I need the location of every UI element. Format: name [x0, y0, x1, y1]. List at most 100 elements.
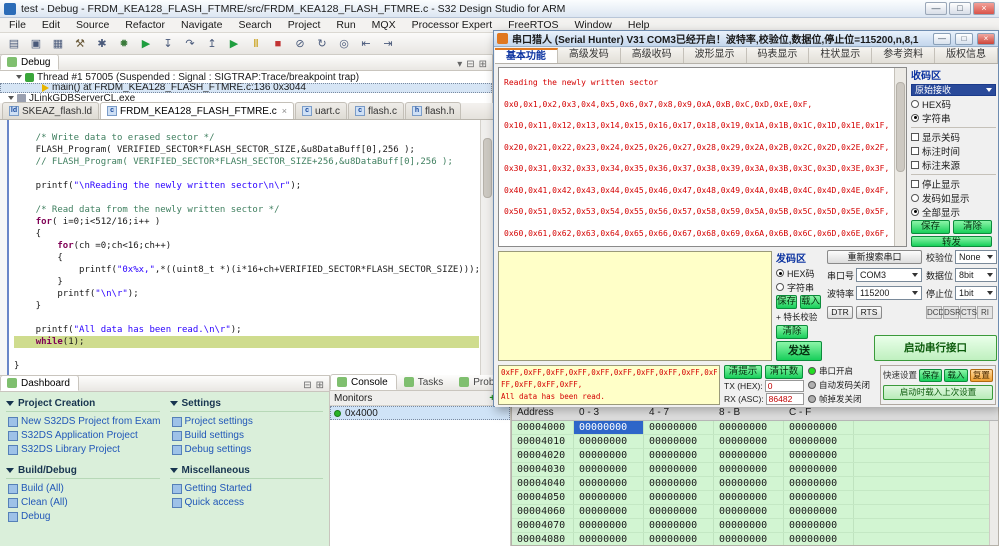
send-string-radio[interactable]: 字符串: [776, 281, 822, 293]
memory-cell[interactable]: 00000000: [644, 463, 714, 476]
memory-cell[interactable]: 00000000: [714, 435, 784, 448]
memory-row[interactable]: 0000406000000000000000000000000000000000: [512, 505, 998, 519]
memory-cell[interactable]: 00000000: [574, 449, 644, 462]
step-into-icon[interactable]: ↧: [158, 35, 178, 53]
memory-cell[interactable]: 00000000: [574, 505, 644, 518]
memory-cell[interactable]: 00000000: [644, 449, 714, 462]
serial-maximize-button[interactable]: □: [955, 33, 973, 45]
new-wizard-icon[interactable]: ✱: [92, 35, 112, 53]
receive-display[interactable]: Reading the newly written sector0x0,0x1,…: [498, 67, 907, 247]
memory-cell[interactable]: 00000000: [644, 519, 714, 532]
dashboard-link[interactable]: Build settings: [170, 428, 324, 442]
editor-tab[interactable]: cflash.c×: [348, 102, 404, 119]
memory-row[interactable]: 0000401000000000000000000000000000000000: [512, 435, 998, 449]
memory-cell[interactable]: 00000000: [714, 421, 784, 434]
search-icon[interactable]: ◎: [334, 35, 354, 53]
send-button[interactable]: 发送: [776, 341, 822, 361]
close-button[interactable]: ×: [973, 2, 995, 15]
memory-cell[interactable]: 00000000: [784, 505, 854, 518]
memory-cell[interactable]: 00000000: [784, 533, 854, 546]
memory-cell[interactable]: 00000000: [644, 477, 714, 490]
dashboard-link[interactable]: S32DS Application Project: [6, 428, 160, 442]
memory-row[interactable]: 0000403000000000000000000000000000000000: [512, 463, 998, 477]
debug-frame-row[interactable]: main() at FRDM_KEA128_FLASH_FTMRE.c:136 …: [0, 83, 492, 94]
stop-display-checkbox[interactable]: 停止显示: [911, 178, 996, 190]
run-icon[interactable]: ▶: [136, 35, 156, 53]
send-input-box[interactable]: [498, 251, 772, 361]
memory-cell[interactable]: 00000000: [574, 421, 644, 434]
disconnect-icon[interactable]: ⊘: [290, 35, 310, 53]
memory-cell[interactable]: 00000000: [714, 533, 784, 546]
mark-source-checkbox[interactable]: 标注来源: [911, 159, 996, 171]
menu-item[interactable]: MQX: [365, 19, 403, 31]
memory-cell[interactable]: 00000000: [784, 519, 854, 532]
serial-tab[interactable]: 参考资料: [872, 48, 935, 63]
memory-cell[interactable]: 00000000: [714, 449, 784, 462]
memory-cell[interactable]: 00000000: [574, 477, 644, 490]
memory-cell[interactable]: 00000000: [784, 477, 854, 490]
memory-cell[interactable]: 00000000: [714, 505, 784, 518]
resume-icon[interactable]: ▶: [224, 35, 244, 53]
serial-tab[interactable]: 高级收码: [621, 48, 684, 63]
receive-save-button[interactable]: 保存: [911, 220, 950, 234]
section-header[interactable]: Settings: [170, 396, 324, 412]
send-save-button[interactable]: 保存: [776, 295, 797, 309]
databits-dropdown[interactable]: 8bit: [955, 268, 997, 282]
serial-tab[interactable]: 高级发码: [558, 48, 621, 63]
clear-hint-button[interactable]: 清提示: [724, 365, 762, 379]
debug-icon[interactable]: ✹: [114, 35, 134, 53]
memory-row[interactable]: 0000402000000000000000000000000000000000: [512, 449, 998, 463]
memory-scrollbar[interactable]: [989, 421, 998, 545]
section-header[interactable]: Miscellaneous: [170, 463, 324, 479]
menu-item[interactable]: Refactor: [118, 19, 172, 31]
dashboard-link[interactable]: S32DS Library Project: [6, 442, 160, 456]
dtr-toggle[interactable]: DTR: [827, 306, 853, 319]
minimize-button[interactable]: —: [925, 2, 947, 15]
memory-cell[interactable]: 00000000: [644, 533, 714, 546]
checksum-option[interactable]: + 特长校验: [776, 311, 822, 323]
memory-cell[interactable]: 00000000: [714, 463, 784, 476]
serial-tab[interactable]: 波形显示: [684, 48, 747, 63]
memory-cell[interactable]: 00000000: [714, 477, 784, 490]
new-file-icon[interactable]: ▤: [4, 35, 24, 53]
menu-item[interactable]: Search: [231, 19, 278, 31]
maximize-button[interactable]: □: [949, 2, 971, 15]
memory-cell[interactable]: 00000000: [574, 519, 644, 532]
quick-reset-button[interactable]: 复置: [970, 369, 993, 382]
tab-dashboard[interactable]: Dashboard: [0, 375, 79, 391]
restart-icon[interactable]: ↻: [312, 35, 332, 53]
section-header[interactable]: Project Creation: [6, 396, 160, 412]
open-serial-port-button[interactable]: 启动串行接口: [874, 335, 997, 361]
memory-row[interactable]: 0000407000000000000000000000000000000000: [512, 519, 998, 533]
receive-scrollbar[interactable]: [894, 68, 906, 246]
memory-cell[interactable]: 00000000: [714, 519, 784, 532]
terminate-icon[interactable]: ■: [268, 35, 288, 53]
close-tab-icon[interactable]: ×: [282, 106, 287, 116]
editor-scrollbar[interactable]: [480, 120, 493, 375]
memory-cell[interactable]: 00000000: [784, 463, 854, 476]
memory-cell[interactable]: 00000000: [714, 491, 784, 504]
receive-forward-button[interactable]: 转发: [911, 236, 992, 248]
build-icon[interactable]: ⚒: [70, 35, 90, 53]
scrollbar-thumb[interactable]: [896, 82, 905, 172]
send-load-button[interactable]: 载入: [800, 295, 821, 309]
next-annotation-icon[interactable]: ⇥: [378, 35, 398, 53]
memory-cell[interactable]: 00000000: [574, 533, 644, 546]
expander-icon[interactable]: [8, 96, 14, 100]
stopbits-dropdown[interactable]: 1bit: [955, 286, 997, 300]
memory-cell[interactable]: 00000000: [574, 491, 644, 504]
serial-tab[interactable]: 柱状显示: [809, 48, 872, 63]
dashboard-link[interactable]: Quick access: [170, 495, 324, 509]
serial-close-button[interactable]: ×: [977, 33, 995, 45]
step-return-icon[interactable]: ↥: [202, 35, 222, 53]
minimize-panel-icon[interactable]: ⊟: [303, 380, 311, 391]
tab-debug[interactable]: Debug: [0, 54, 59, 70]
suspend-icon[interactable]: ‖: [246, 35, 266, 53]
send-clear-button[interactable]: 清除: [776, 325, 808, 339]
memory-cell[interactable]: 00000000: [784, 421, 854, 434]
memory-cell[interactable]: 00000000: [784, 491, 854, 504]
serial-tab[interactable]: 基本功能: [495, 48, 558, 63]
memory-cell[interactable]: 00000000: [644, 435, 714, 448]
dashboard-link[interactable]: Debug: [6, 509, 160, 523]
save-all-icon[interactable]: ▦: [48, 35, 68, 53]
